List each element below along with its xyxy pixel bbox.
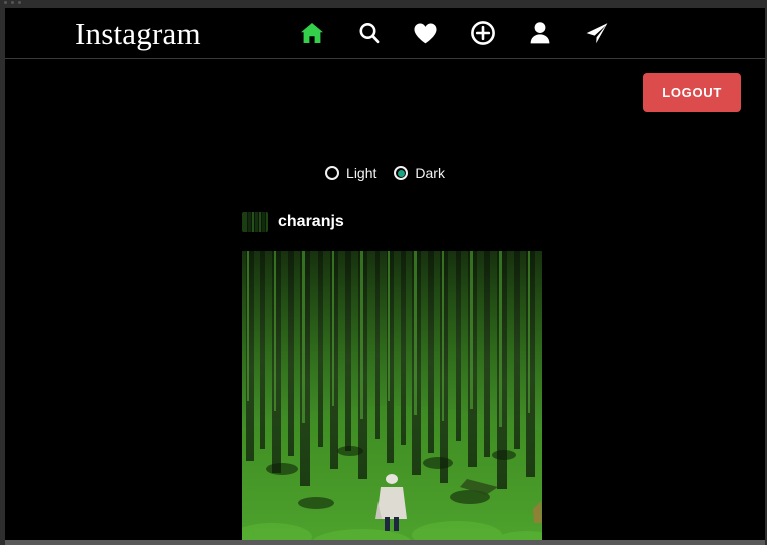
radio-light-label: Light bbox=[346, 165, 377, 181]
window-dot bbox=[11, 1, 14, 4]
radio-dark-label: Dark bbox=[415, 165, 445, 181]
person-icon[interactable] bbox=[525, 18, 555, 48]
radio-light-indicator[interactable] bbox=[325, 166, 340, 180]
brand-logo[interactable]: Instagram bbox=[75, 18, 201, 49]
avatar[interactable] bbox=[242, 212, 268, 232]
nav-icon-group bbox=[297, 18, 612, 48]
window-dot bbox=[4, 1, 7, 4]
radio-dark-indicator[interactable] bbox=[394, 166, 409, 180]
post-image[interactable] bbox=[242, 251, 542, 540]
post-username[interactable]: charanjs bbox=[278, 213, 344, 231]
window-dot bbox=[18, 1, 21, 4]
horizontal-scrollbar[interactable] bbox=[5, 540, 765, 545]
radio-option-dark[interactable]: Dark bbox=[394, 165, 445, 181]
main-content: LOGOUT Light Dark charanjs bbox=[5, 59, 765, 540]
paper-plane-icon[interactable] bbox=[582, 18, 612, 48]
radio-option-light[interactable]: Light bbox=[325, 165, 376, 181]
search-icon[interactable] bbox=[354, 18, 384, 48]
scrollbar-thumb[interactable] bbox=[5, 540, 765, 545]
browser-window: Instagram LOGOUT Light Dark charanjs bbox=[0, 0, 767, 545]
theme-switcher: Light Dark bbox=[5, 165, 765, 181]
logout-button[interactable]: LOGOUT bbox=[643, 73, 741, 112]
post-card: charanjs bbox=[242, 207, 542, 540]
heart-icon[interactable] bbox=[411, 18, 441, 48]
window-controls bbox=[4, 1, 21, 4]
navbar: Instagram bbox=[5, 8, 765, 59]
post-header: charanjs bbox=[242, 207, 542, 237]
page-viewport: Instagram LOGOUT Light Dark charanjs bbox=[5, 8, 765, 540]
home-icon[interactable] bbox=[297, 18, 327, 48]
plus-circle-icon[interactable] bbox=[468, 18, 498, 48]
forest-photo bbox=[242, 251, 542, 540]
